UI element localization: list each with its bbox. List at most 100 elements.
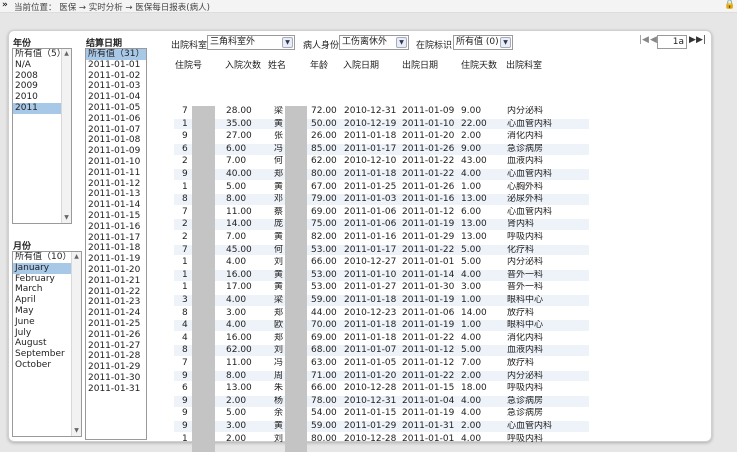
- table-row[interactable]: 8962.00刘68.002011-01-072011-01-125.00血液内…: [174, 345, 589, 357]
- settle-date-option[interactable]: 2011-01-13: [86, 189, 146, 200]
- cell-stay-days: 2.00: [461, 370, 482, 381]
- settle-date-option[interactable]: 2011-01-07: [86, 125, 146, 136]
- year-scrollbar[interactable]: ▲ ▼: [61, 49, 71, 223]
- table-row[interactable]: 1092.00刘80.002010-12-282011-01-014.00呼吸内…: [174, 434, 589, 445]
- next-page-button[interactable]: ▶: [689, 35, 696, 45]
- first-page-button[interactable]: |◀: [639, 35, 649, 45]
- cell-admission-date: 2011-01-06: [344, 219, 397, 230]
- table-row[interactable]: 873.00郑44.002010-12-232011-01-0614.00放疗科: [174, 308, 589, 319]
- table-row[interactable]: 4 4.00 欧 70.00 2011-01-18 2011-01-19 1.00 眼科中心: [174, 320, 589, 331]
- settle-date-option[interactable]: 2011-01-11: [86, 168, 146, 179]
- settle-date-option[interactable]: 2011-01-31: [86, 384, 146, 395]
- settle-date-option[interactable]: 2011-01-27: [86, 341, 146, 352]
- table-row[interactable]: 15417.00黄53.002011-01-272011-01-303.00普外…: [174, 282, 589, 293]
- chevron-down-icon[interactable]: ▼: [396, 37, 407, 48]
- expand-chevron-icon[interactable]: »: [2, 0, 8, 10]
- cell-discharge-dept: 呼吸内科: [507, 232, 544, 242]
- year-listbox[interactable]: 所有值（5） N/A 2008 2009 2010 2011 ▲ ▼: [12, 48, 72, 224]
- settle-date-option[interactable]: 2011-01-29: [86, 362, 146, 373]
- table-row[interactable]: 9 5.00 余 54.00 2011-01-15 2011-01-19 4.00 急诊病房: [174, 408, 589, 419]
- table-row[interactable]: 6 13.00 朱 66.00 2010-12-28 2011-01-15 18.00 呼吸内…: [174, 383, 589, 394]
- table-row[interactable]: 4 16.00 郑 69.00 2011-01-18 2011-01-22 4.00 消化内科: [174, 333, 589, 344]
- scroll-up-icon[interactable]: ▲: [62, 49, 71, 59]
- settle-date-option[interactable]: 2011-01-04: [86, 92, 146, 103]
- table-row[interactable]: 992.00杨78.002010-12-312011-01-044.00急诊病房: [174, 395, 589, 407]
- cell-inpatient-prefix: 6: [182, 383, 188, 394]
- discharge-dept-label: 出院科室: [171, 41, 208, 51]
- table-row[interactable]: 2014.00庞75.002011-01-062011-01-1913.00肾内…: [174, 219, 589, 231]
- table-row[interactable]: 7 45.00 何 53.00 2011-01-17 2011-01-22 5.00 化疗科: [174, 244, 589, 256]
- table-row[interactable]: 7211.00冯63.002011-01-052011-01-127.00放疗科: [174, 358, 589, 369]
- col-header-admission-count[interactable]: 入院次数: [225, 58, 261, 71]
- cell-admission-date: 2011-01-18: [344, 320, 397, 331]
- scroll-up-icon[interactable]: ▲: [72, 252, 81, 262]
- table-row[interactable]: 155.00黄67.002011-01-252011-01-261.00心胸外科: [174, 182, 589, 193]
- table-row[interactable]: 237.00何62.002010-12-102011-01-2243.00血液内…: [174, 156, 589, 167]
- table-row[interactable]: 9 40.00 郑 80.00 2011-01-18 2011-01-22 4.00 心血管内…: [174, 169, 589, 180]
- discharge-dept-select[interactable]: 三角科室外 ▼: [207, 35, 295, 50]
- settle-date-option[interactable]: 2011-01-15: [86, 211, 146, 222]
- table-row[interactable]: 2 7.00 黄 82.00 2011-01-16 2011-01-29 13.00 呼吸内科: [174, 232, 589, 243]
- prev-page-button[interactable]: ◀: [650, 35, 657, 45]
- col-header-inpatient-no[interactable]: 住院号: [175, 58, 202, 71]
- patient-id-select[interactable]: 工伤离休外 ▼: [339, 35, 409, 50]
- lock-icon[interactable]: 🔒: [724, 0, 735, 10]
- settle-date-option[interactable]: 2011-01-23: [86, 297, 146, 308]
- page-input[interactable]: 1a: [657, 35, 687, 49]
- col-header-discharge-dept[interactable]: 出院科室: [506, 58, 542, 71]
- col-header-admission-date[interactable]: 入院日期: [343, 58, 379, 71]
- settle-date-option[interactable]: 2011-01-19: [86, 254, 146, 265]
- settle-date-option[interactable]: 2011-01-08: [86, 135, 146, 146]
- settle-date-listbox[interactable]: 所有值（31） 2011-01-01 2011-01-02 2011-01-03 201…: [85, 48, 147, 440]
- settle-date-option[interactable]: 2011-01-16: [86, 222, 146, 233]
- col-header-age[interactable]: 年龄: [310, 58, 328, 71]
- settle-date-option[interactable]: 所有值（31）: [86, 49, 146, 60]
- scroll-down-icon[interactable]: ▼: [62, 213, 71, 223]
- col-header-name[interactable]: 姓名: [268, 58, 286, 71]
- last-page-button[interactable]: ▶|: [696, 35, 706, 45]
- settle-date-option[interactable]: 2011-01-28: [86, 351, 146, 362]
- table-row[interactable]: 15416.00黄53.002011-01-102011-01-144.00普外…: [174, 269, 589, 281]
- cell-discharge-date: 2011-01-04: [402, 395, 455, 406]
- cell-admission-count: 7.00: [226, 232, 247, 242]
- table-row[interactable]: 1735.00黄50.002010-12-192011-01-1022.00心血…: [174, 118, 589, 130]
- settle-date-option[interactable]: 2011-01-30: [86, 373, 146, 384]
- settle-date-option[interactable]: 2011-01-25: [86, 319, 146, 330]
- settle-date-option[interactable]: 2011-01-01: [86, 60, 146, 71]
- settle-date-option[interactable]: 2011-01-20: [86, 265, 146, 276]
- scroll-down-icon[interactable]: ▼: [72, 426, 81, 436]
- chevron-down-icon[interactable]: ▼: [500, 37, 511, 48]
- table-row[interactable]: 993.00黄59.002011-01-292011-01-312.00心血管内…: [174, 421, 589, 432]
- table-row[interactable]: 606.00冯85.002011-01-172011-01-269.00急诊病房: [174, 143, 589, 155]
- table-row[interactable]: 7328.00梁72.002010-12-312011-01-099.00内分泌…: [174, 106, 589, 117]
- table-row[interactable]: 8 8.00 邓 79.00 2011-01-03 2011-01-16 13.00 泌尿外科: [174, 194, 589, 205]
- table-row[interactable]: 7011.00蔡69.002011-01-062011-01-126.00心血管…: [174, 207, 589, 218]
- settle-date-option[interactable]: 2011-01-17: [86, 233, 146, 244]
- settle-date-option[interactable]: 2011-01-05: [86, 103, 146, 114]
- in-hospital-select[interactable]: 所有值 (0) ▼: [453, 35, 513, 50]
- cell-admission-count: 16.00: [226, 269, 252, 280]
- chevron-down-icon[interactable]: ▼: [282, 37, 293, 48]
- cell-age: 82.00: [311, 232, 337, 242]
- settle-date-option[interactable]: 2011-01-02: [86, 71, 146, 82]
- col-header-stay-days[interactable]: 住院天数: [461, 58, 497, 71]
- settle-date-option[interactable]: 2011-01-14: [86, 200, 146, 211]
- settle-date-option[interactable]: 2011-01-09: [86, 146, 146, 157]
- month-listbox[interactable]: 所有值（10） January February March April May June J…: [12, 251, 82, 437]
- table-row[interactable]: 9727.00张26.002011-01-182011-01-202.00消化内…: [174, 131, 589, 142]
- settle-date-option[interactable]: 2011-01-22: [86, 287, 146, 298]
- table-row[interactable]: 304.00梁59.002011-01-182011-01-191.00眼科中心: [174, 295, 589, 306]
- table-row[interactable]: 104.00刘66.002010-12-272011-01-015.00内分泌科: [174, 257, 589, 268]
- settle-date-option[interactable]: 2011-01-24: [86, 308, 146, 319]
- settle-date-option[interactable]: 2011-01-03: [86, 81, 146, 92]
- table-row[interactable]: 988.00周71.002011-01-202011-01-222.00内分泌科: [174, 370, 589, 382]
- col-header-discharge-date[interactable]: 出院日期: [402, 58, 438, 71]
- settle-date-option[interactable]: 2011-01-21: [86, 276, 146, 287]
- settle-date-option[interactable]: 2011-01-18: [86, 243, 146, 254]
- settle-date-option[interactable]: 2011-01-06: [86, 114, 146, 125]
- month-scrollbar[interactable]: ▲ ▼: [71, 252, 81, 436]
- settle-date-option[interactable]: 2011-01-10: [86, 157, 146, 168]
- settle-date-option[interactable]: 2011-01-26: [86, 330, 146, 341]
- cell-name: 刘: [274, 257, 284, 268]
- settle-date-option[interactable]: 2011-01-12: [86, 179, 146, 190]
